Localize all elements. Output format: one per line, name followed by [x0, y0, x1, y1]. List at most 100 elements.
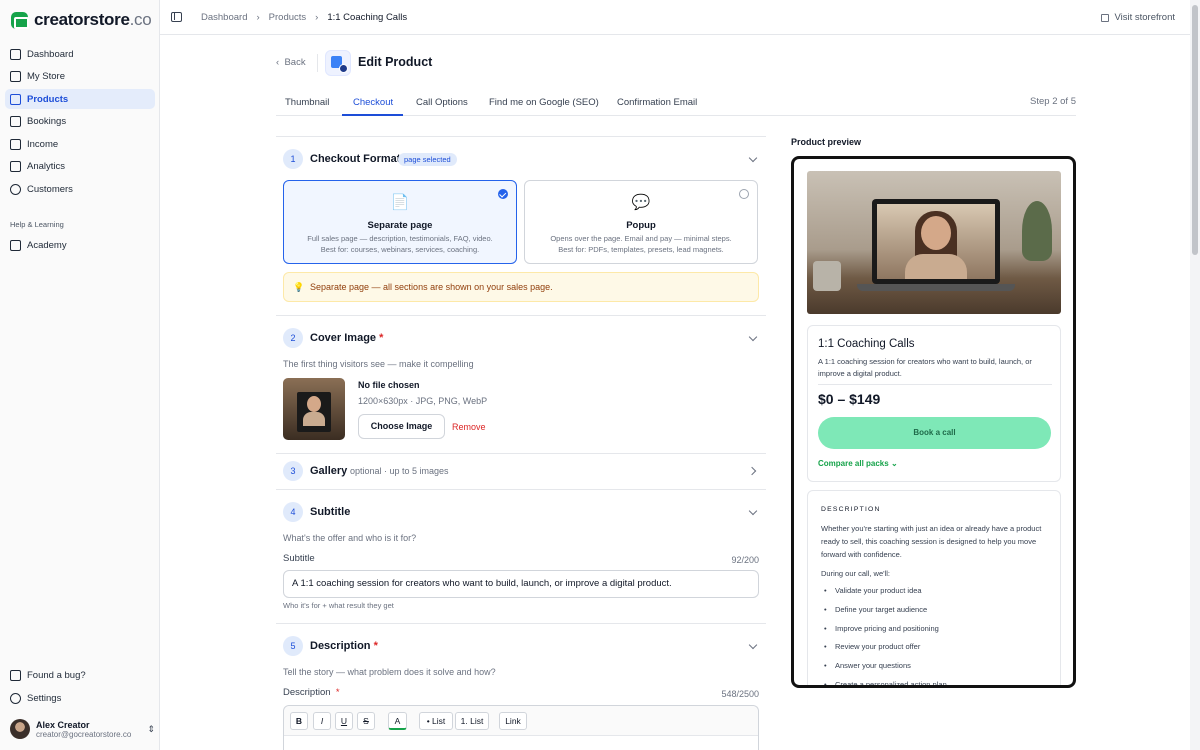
italic-button[interactable]: I	[313, 712, 331, 730]
users-icon	[10, 183, 21, 195]
tab-call-options[interactable]: Call Options	[416, 97, 468, 108]
status-badge: page selected	[398, 153, 457, 166]
chevron-down-icon[interactable]	[748, 506, 758, 516]
field-hint: Who it's for + what result they get	[283, 601, 394, 610]
numbered-list-button[interactable]: 1. List	[455, 712, 489, 730]
sidebar-item-label: Academy	[27, 239, 67, 251]
topbar: Dashboard › Products › 1:1 Coaching Call…	[160, 0, 1190, 35]
calendar-product-icon	[325, 50, 351, 76]
breadcrumb-separator-icon: ›	[315, 12, 319, 23]
calendar-icon	[10, 116, 21, 127]
section-title-description[interactable]: Description *	[310, 640, 378, 652]
tab-confirmation-email[interactable]: Confirmation Email	[617, 97, 697, 108]
list-item: Review your product offer	[821, 642, 1051, 661]
chevron-left-icon: ‹	[276, 57, 280, 68]
description-list: Validate your product idea Define your t…	[821, 586, 1051, 685]
gallery-meta: optional · up to 5 images	[350, 466, 449, 476]
section-help: The first thing visitors see — make it c…	[283, 359, 474, 369]
divider	[317, 54, 318, 72]
divider	[276, 453, 766, 454]
subtitle-input[interactable]: A 1:1 coaching session for creators who …	[283, 570, 759, 598]
sidebar-item-label: Income	[27, 138, 59, 150]
divider	[276, 315, 766, 316]
chevron-right-icon[interactable]	[747, 466, 757, 476]
products-icon	[10, 93, 21, 105]
sidebar-item-analytics[interactable]: Analytics	[5, 157, 155, 177]
scrollbar-thumb[interactable]	[1192, 5, 1198, 255]
section-title-subtitle[interactable]: Subtitle	[310, 506, 350, 518]
preview-title: 1:1 Coaching Calls	[818, 338, 915, 350]
book-call-button[interactable]: Book a call	[818, 417, 1051, 449]
tab-seo[interactable]: Find me on Google (SEO)	[489, 97, 599, 108]
compare-packs-link[interactable]: Compare all packs ⌄	[818, 459, 898, 468]
bullet-list-button[interactable]: • List	[419, 712, 453, 730]
sidebar-item-label: Bookings	[27, 116, 67, 127]
underline-button[interactable]: U	[335, 712, 353, 730]
character-counter: 92/200	[731, 555, 759, 565]
list-item: Improve pricing and positioning	[821, 624, 1051, 643]
sidebar-item-products[interactable]: Products	[5, 89, 155, 109]
dashboard-icon	[10, 48, 21, 60]
visit-storefront-link[interactable]: Visit storefront	[1101, 12, 1175, 23]
option-separate-page[interactable]: 📄 Separate page Full sales page — descri…	[283, 180, 517, 264]
user-menu[interactable]: Alex Creator creator@gocreatorstore.co ⇕	[10, 719, 155, 739]
option-description: Full sales page — description, testimoni…	[307, 234, 493, 254]
section-title-checkout-format[interactable]: Checkout Format	[310, 153, 400, 165]
sidebar-item-dashboard[interactable]: Dashboard	[5, 44, 155, 64]
scrollbar[interactable]	[1190, 0, 1200, 750]
brand-logo[interactable]: creatorstore.co	[11, 10, 152, 30]
description-heading: DESCRIPTION	[821, 506, 881, 513]
step-number: 3	[283, 461, 303, 481]
main-nav: Dashboard My Store Products Bookings Inc…	[5, 44, 155, 202]
back-button[interactable]: ‹ Back	[276, 57, 306, 68]
sidebar-item-academy[interactable]: Academy	[5, 235, 155, 255]
tab-thumbnail[interactable]: Thumbnail	[285, 97, 329, 108]
preview-offer-card: 1:1 Coaching Calls A 1:1 coaching sessio…	[807, 325, 1061, 482]
sidebar-item-found-bug[interactable]: Found a bug?	[5, 665, 155, 685]
store-logo-icon	[11, 11, 29, 29]
tab-checkout[interactable]: Checkout	[353, 97, 393, 108]
link-button[interactable]: Link	[499, 712, 527, 730]
step-indicator: Step 2 of 5	[1030, 96, 1076, 107]
sidebar-item-label: Products	[27, 93, 69, 105]
lightbulb-icon: 💡	[293, 282, 305, 292]
file-status: No file chosen	[358, 380, 420, 390]
chevron-down-icon[interactable]	[748, 153, 758, 163]
document-icon: 📄	[390, 194, 410, 211]
sidebar-item-bookings[interactable]: Bookings	[5, 112, 155, 132]
breadcrumb-dashboard[interactable]: Dashboard	[201, 12, 247, 23]
option-description: Opens over the page. Email and pay — min…	[550, 234, 732, 254]
section-title-cover-image[interactable]: Cover Image *	[310, 332, 383, 344]
preview-label: Product preview	[791, 137, 862, 147]
breadcrumb-products[interactable]: Products	[269, 12, 307, 23]
sidebar-item-income[interactable]: Income	[5, 134, 155, 154]
cover-image-thumbnail	[283, 378, 345, 440]
strikethrough-button[interactable]: S	[357, 712, 375, 730]
chevron-down-icon[interactable]	[748, 332, 758, 342]
sidebar-item-my-store[interactable]: My Store	[5, 67, 155, 87]
character-counter: 548/2500	[721, 689, 759, 699]
description-editor[interactable]: B I U S A • List 1. List Link	[283, 705, 759, 750]
chevron-up-down-icon: ⇕	[147, 723, 155, 734]
section-help: Tell the story — what problem does it so…	[283, 667, 496, 677]
sidebar-item-settings[interactable]: Settings	[5, 688, 155, 708]
section-title-gallery[interactable]: Gallery	[310, 465, 347, 477]
option-popup[interactable]: 💬 Popup Opens over the page. Email and p…	[524, 180, 758, 264]
choose-image-button[interactable]: Choose Image	[358, 414, 445, 439]
sidebar-item-label: Analytics	[27, 161, 66, 172]
bold-button[interactable]: B	[290, 712, 308, 730]
text-color-button[interactable]: A	[388, 712, 407, 730]
breadcrumb-current: 1:1 Coaching Calls	[327, 12, 408, 23]
remove-image-button[interactable]: Remove	[452, 422, 486, 432]
preview-price: $0 – $149	[818, 391, 881, 407]
page-title: Edit Product	[358, 55, 433, 69]
sidebar-item-label: My Store	[27, 71, 66, 82]
user-name: Alex Creator	[36, 719, 90, 730]
step-number: 5	[283, 636, 303, 656]
avatar	[10, 719, 30, 739]
divider	[276, 623, 766, 624]
sidebar-item-customers[interactable]: Customers	[5, 179, 155, 199]
wallet-icon	[10, 138, 21, 150]
chevron-down-icon[interactable]	[748, 640, 758, 650]
sidebar-toggle-icon[interactable]	[171, 12, 182, 22]
